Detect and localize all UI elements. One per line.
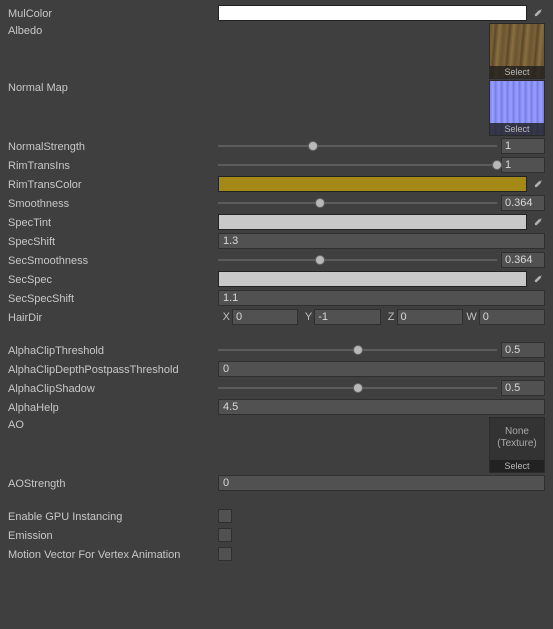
axis-w-label: W xyxy=(465,311,477,323)
eyedropper-icon[interactable] xyxy=(531,176,545,192)
slider-handle[interactable] xyxy=(315,198,325,208)
emission-checkbox[interactable] xyxy=(218,528,232,542)
alphaclipdepth-input[interactable]: 0 xyxy=(218,361,545,377)
slider-handle[interactable] xyxy=(315,255,325,265)
alphaclipthreshold-label: AlphaClipThreshold xyxy=(8,343,218,357)
normalstrength-label: NormalStrength xyxy=(8,139,218,153)
mulcolor-label: MulColor xyxy=(8,6,218,20)
albedo-texture-slot[interactable]: Select xyxy=(489,23,545,79)
spectint-label: SpecTint xyxy=(8,215,218,229)
eyedropper-icon[interactable] xyxy=(531,271,545,287)
aostrength-input[interactable]: 0 xyxy=(218,475,545,491)
secsmoothness-slider[interactable] xyxy=(218,253,497,267)
secsmoothness-label: SecSmoothness xyxy=(8,253,218,267)
secspec-label: SecSpec xyxy=(8,272,218,286)
rimtranscolor-label: RimTransColor xyxy=(8,177,218,191)
select-label: Select xyxy=(490,66,544,78)
albedo-label: Albedo xyxy=(8,23,218,37)
alphaclipthreshold-slider[interactable] xyxy=(218,343,497,357)
specshift-label: SpecShift xyxy=(8,234,218,248)
secsmoothness-value[interactable]: 0.364 xyxy=(501,252,545,268)
smoothness-slider[interactable] xyxy=(218,196,497,210)
mulcolor-swatch[interactable] xyxy=(218,5,527,21)
alphahelp-label: AlphaHelp xyxy=(8,400,218,414)
ao-label: AO xyxy=(8,417,218,431)
axis-z-label: Z xyxy=(383,311,395,323)
alphahelp-input[interactable]: 4.5 xyxy=(218,399,545,415)
smoothness-label: Smoothness xyxy=(8,196,218,210)
axis-x-label: X xyxy=(218,311,230,323)
motionvector-label: Motion Vector For Vertex Animation xyxy=(8,547,218,561)
motionvector-checkbox[interactable] xyxy=(218,547,232,561)
none-texture-text: None(Texture) xyxy=(490,426,544,450)
slider-handle[interactable] xyxy=(353,383,363,393)
hairdir-x-input[interactable]: 0 xyxy=(232,309,298,325)
slider-handle[interactable] xyxy=(308,141,318,151)
alphaclipdepth-label: AlphaClipDepthPostpassThreshold xyxy=(8,362,218,376)
rimtranscolor-swatch[interactable] xyxy=(218,176,527,192)
alphaclipthreshold-value[interactable]: 0.5 xyxy=(501,342,545,358)
aostrength-label: AOStrength xyxy=(8,476,218,490)
select-label: Select xyxy=(490,460,544,472)
normalstrength-value[interactable]: 1 xyxy=(501,138,545,154)
alphaclipshadow-value[interactable]: 0.5 xyxy=(501,380,545,396)
hairdir-y-input[interactable]: -1 xyxy=(314,309,380,325)
secspecshift-input[interactable]: 1.1 xyxy=(218,290,545,306)
axis-y-label: Y xyxy=(300,311,312,323)
specshift-input[interactable]: 1.3 xyxy=(218,233,545,249)
eyedropper-icon[interactable] xyxy=(531,5,545,21)
normalmap-label: Normal Map xyxy=(8,80,218,94)
hairdir-label: HairDir xyxy=(8,310,218,324)
hairdir-w-input[interactable]: 0 xyxy=(479,309,545,325)
select-label: Select xyxy=(490,123,544,135)
slider-handle[interactable] xyxy=(492,160,502,170)
eyedropper-icon[interactable] xyxy=(531,214,545,230)
normalmap-texture-slot[interactable]: Select xyxy=(489,80,545,136)
slider-handle[interactable] xyxy=(353,345,363,355)
gpuinstancing-label: Enable GPU Instancing xyxy=(8,509,218,523)
secspecshift-label: SecSpecShift xyxy=(8,291,218,305)
hairdir-z-input[interactable]: 0 xyxy=(397,309,463,325)
rimtransins-value[interactable]: 1 xyxy=(501,157,545,173)
normalstrength-slider[interactable] xyxy=(218,139,497,153)
gpuinstancing-checkbox[interactable] xyxy=(218,509,232,523)
rimtransins-slider[interactable] xyxy=(218,158,497,172)
emission-label: Emission xyxy=(8,528,218,542)
alphaclipshadow-label: AlphaClipShadow xyxy=(8,381,218,395)
smoothness-value[interactable]: 0.364 xyxy=(501,195,545,211)
rimtransins-label: RimTransIns xyxy=(8,158,218,172)
spectint-swatch[interactable] xyxy=(218,214,527,230)
alphaclipshadow-slider[interactable] xyxy=(218,381,497,395)
secspec-swatch[interactable] xyxy=(218,271,527,287)
ao-texture-slot[interactable]: None(Texture) Select xyxy=(489,417,545,473)
